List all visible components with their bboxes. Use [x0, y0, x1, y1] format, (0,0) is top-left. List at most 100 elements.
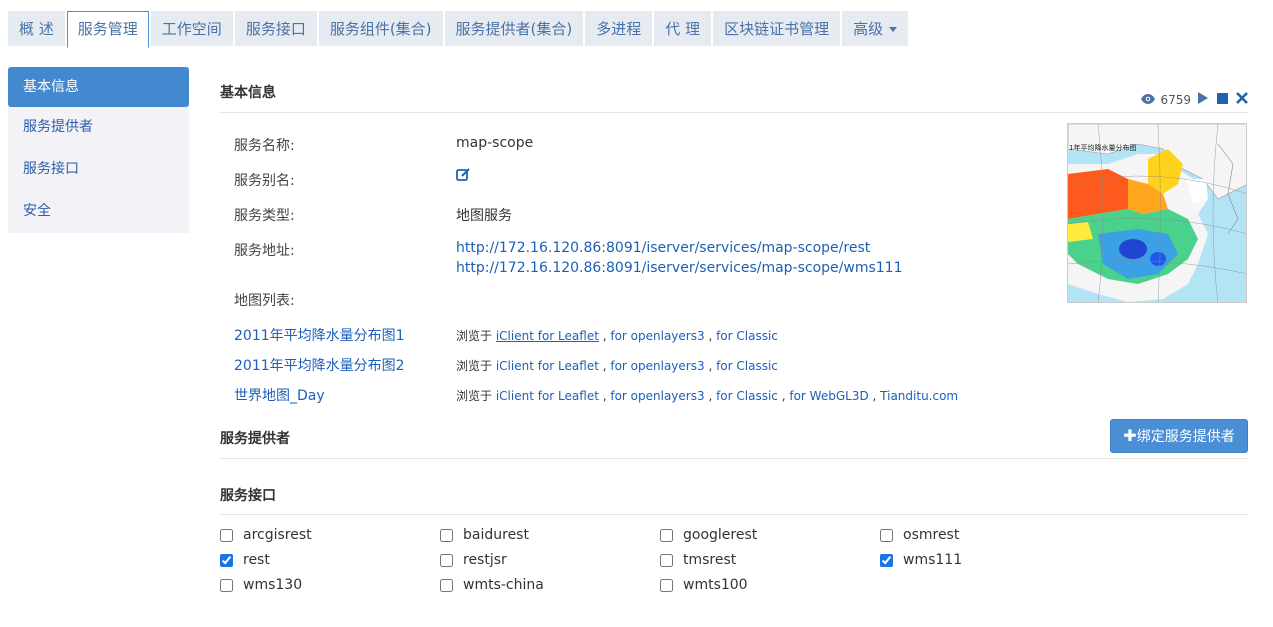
browse-iclient-leaflet-link[interactable]: iClient for Leaflet — [496, 329, 599, 343]
plus-icon: ✚ — [1123, 426, 1137, 445]
interface-label: tmsrest — [683, 552, 737, 568]
browse-prefix: 浏览于 — [456, 359, 493, 373]
browse-webgl3d-link[interactable]: for WebGL3D — [789, 389, 868, 403]
stop-icon[interactable] — [1217, 92, 1228, 107]
checkbox[interactable] — [220, 528, 233, 542]
bind-provider-label: 绑定服务提供者 — [1136, 429, 1235, 445]
interface-label: arcgisrest — [243, 527, 312, 543]
service-name-label: 服务名称: — [234, 138, 295, 154]
checkbox[interactable] — [880, 553, 893, 567]
view-count: 6759 — [1160, 92, 1191, 107]
top-tabs: 概 述 服务管理 工作空间 服务接口 服务组件(集合) 服务提供者(集合) 多进… — [8, 11, 910, 48]
interface-label: osmrest — [903, 527, 960, 543]
browse-openlayers3-link[interactable]: for openlayers3 — [610, 359, 704, 373]
interface-label: googlerest — [683, 527, 758, 543]
sidebar-item-basic-info[interactable]: 基本信息 — [8, 67, 189, 107]
providers-title: 服务提供者 — [220, 431, 290, 447]
tab-workspace[interactable]: 工作空间 — [150, 11, 233, 46]
basic-info-title: 基本信息 — [220, 85, 276, 101]
browse-iclient-leaflet-link[interactable]: iClient for Leaflet — [496, 359, 599, 373]
map-link-2[interactable]: 2011年平均降水量分布图2 — [234, 355, 405, 375]
map-link-1[interactable]: 2011年平均降水量分布图1 — [234, 325, 405, 345]
browse-openlayers3-link[interactable]: for openlayers3 — [610, 389, 704, 403]
interface-row: wms130 wmts-china wmts100 — [219, 577, 879, 593]
checkbox[interactable] — [660, 578, 673, 592]
map-list-label: 地图列表: — [234, 293, 295, 309]
browse-openlayers3-link[interactable]: for openlayers3 — [610, 329, 704, 343]
checkbox[interactable] — [440, 578, 453, 592]
service-alias-label: 服务别名: — [234, 173, 295, 189]
thumbnail-caption: 1年平均降水量分布图 — [1069, 143, 1136, 152]
interface-tmsrest[interactable]: tmsrest — [659, 552, 879, 568]
service-address-wms111-link[interactable]: http://172.16.120.86:8091/iserver/servic… — [456, 260, 903, 276]
interface-label: baidurest — [463, 527, 529, 543]
sidebar-item-interfaces[interactable]: 服务接口 — [8, 149, 189, 191]
service-type-label: 服务类型: — [234, 208, 295, 224]
map-thumbnail[interactable]: 1年平均降水量分布图 — [1067, 123, 1247, 303]
sidebar: 基本信息 服务提供者 服务接口 安全 — [8, 67, 189, 233]
interfaces-title: 服务接口 — [220, 488, 276, 504]
checkbox[interactable] — [220, 578, 233, 592]
tab-service-interface[interactable]: 服务接口 — [234, 11, 317, 46]
service-name-value: map-scope — [456, 135, 534, 151]
interface-row: arcgisrest baidurest googlerest osmrest — [219, 527, 1099, 543]
sidebar-item-providers[interactable]: 服务提供者 — [8, 107, 189, 149]
tab-proxy[interactable]: 代 理 — [654, 11, 712, 46]
interface-label: wms111 — [903, 552, 963, 568]
checkbox[interactable] — [880, 528, 893, 542]
browse-row-1: 浏览于 iClient for Leaflet , for openlayers… — [456, 329, 778, 343]
bind-provider-button[interactable]: ✚绑定服务提供者 — [1110, 419, 1248, 453]
interface-restjsr[interactable]: restjsr — [439, 552, 659, 568]
tab-service-components[interactable]: 服务组件(集合) — [318, 11, 443, 46]
tab-multiprocess[interactable]: 多进程 — [585, 11, 653, 46]
checkbox[interactable] — [660, 553, 673, 567]
interface-label: wmts100 — [683, 577, 748, 593]
play-icon[interactable] — [1197, 92, 1208, 107]
browse-classic-link[interactable]: for Classic — [716, 329, 778, 343]
interface-googlerest[interactable]: googlerest — [659, 527, 879, 543]
checkbox[interactable] — [440, 528, 453, 542]
tab-service-providers[interactable]: 服务提供者(集合) — [444, 11, 584, 46]
interface-wmts100[interactable]: wmts100 — [659, 577, 879, 593]
service-toolbar: 6759 — [1135, 92, 1248, 107]
browse-row-3: 浏览于 iClient for Leaflet , for openlayers… — [456, 389, 959, 403]
eye-icon — [1141, 93, 1156, 107]
close-icon[interactable] — [1236, 92, 1248, 107]
checkbox[interactable] — [440, 553, 453, 567]
interface-rest[interactable]: rest — [219, 552, 439, 568]
tab-advanced-label: 高级 — [853, 20, 884, 38]
tab-advanced-dropdown[interactable]: 高级 — [842, 11, 909, 46]
browse-classic-link[interactable]: for Classic — [716, 359, 778, 373]
browse-tianditu-link[interactable]: Tianditu.com — [880, 389, 958, 403]
divider — [219, 458, 1248, 459]
tab-blockchain-cert[interactable]: 区块链证书管理 — [713, 11, 841, 46]
divider — [219, 514, 1248, 515]
tab-overview[interactable]: 概 述 — [8, 11, 65, 46]
interface-arcgisrest[interactable]: arcgisrest — [219, 527, 439, 543]
interface-wmts-china[interactable]: wmts-china — [439, 577, 659, 593]
interface-label: wmts-china — [463, 577, 544, 593]
sidebar-item-security[interactable]: 安全 — [8, 191, 189, 233]
interface-wms111[interactable]: wms111 — [879, 552, 1099, 568]
browse-prefix: 浏览于 — [456, 329, 493, 343]
map-link-3[interactable]: 世界地图_Day — [234, 385, 325, 405]
interface-label: wms130 — [243, 577, 303, 593]
checkbox[interactable] — [220, 553, 233, 567]
service-address-rest-link[interactable]: http://172.16.120.86:8091/iserver/servic… — [456, 240, 870, 256]
tab-service-management[interactable]: 服务管理 — [66, 11, 149, 48]
caret-down-icon — [889, 27, 898, 32]
edit-alias-icon[interactable] — [456, 167, 471, 186]
browse-prefix: 浏览于 — [456, 389, 493, 403]
interface-wms130[interactable]: wms130 — [219, 577, 439, 593]
service-type-value: 地图服务 — [456, 208, 512, 224]
divider — [219, 112, 1248, 113]
service-address-label: 服务地址: — [234, 243, 295, 259]
browse-iclient-leaflet-link[interactable]: iClient for Leaflet — [496, 389, 599, 403]
interface-label: rest — [243, 552, 270, 568]
checkbox[interactable] — [660, 528, 673, 542]
browse-classic-link[interactable]: for Classic — [716, 389, 778, 403]
interface-row: rest restjsr tmsrest wms111 — [219, 552, 1099, 568]
interface-label: restjsr — [463, 552, 507, 568]
interface-baidurest[interactable]: baidurest — [439, 527, 659, 543]
interface-osmrest[interactable]: osmrest — [879, 527, 1099, 543]
